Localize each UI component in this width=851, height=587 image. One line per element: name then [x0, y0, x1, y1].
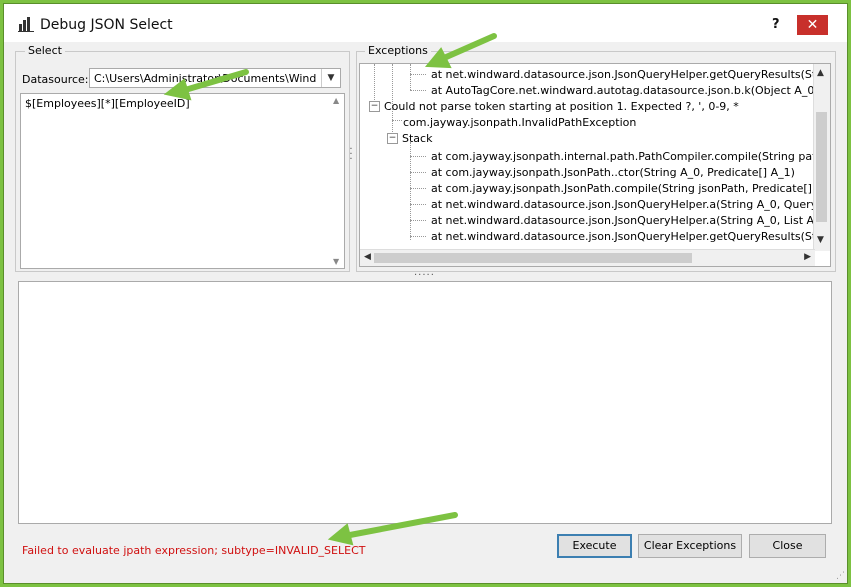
annotation-arrowhead — [163, 78, 192, 101]
annotation-arrow — [182, 69, 249, 93]
annotation-arrowhead — [327, 523, 354, 546]
annotation-arrowhead — [424, 47, 452, 69]
annotation-arrow — [441, 33, 497, 61]
annotation-arrows — [163, 33, 497, 546]
annotation-arrow — [347, 512, 458, 538]
